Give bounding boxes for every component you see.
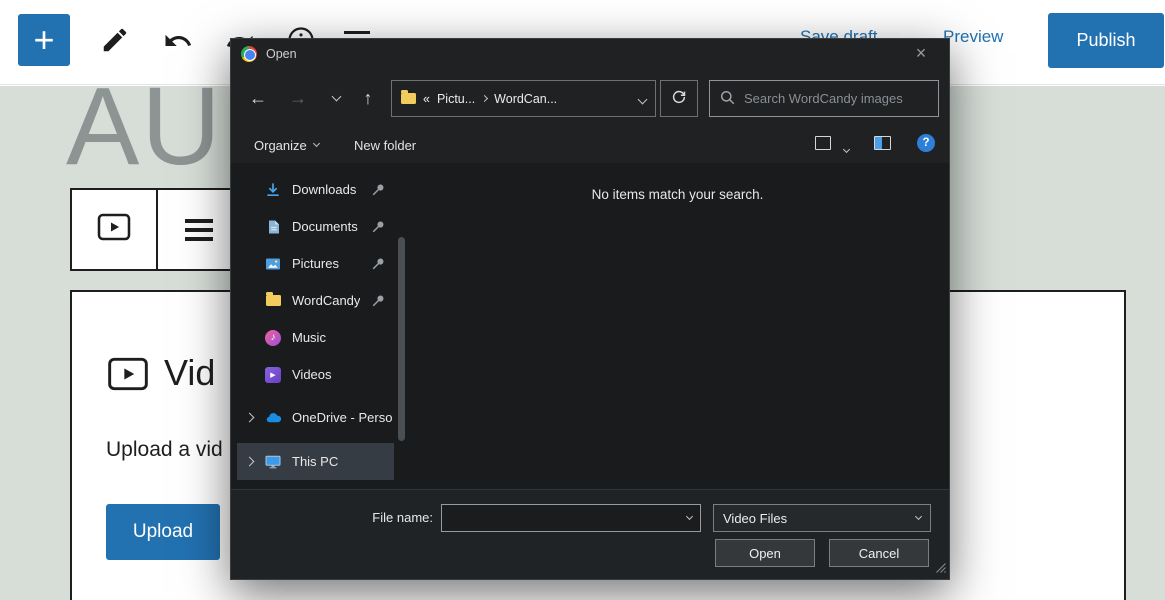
search-box <box>709 80 939 117</box>
upload-button[interactable]: Upload <box>106 504 220 560</box>
expand-chevron-icon <box>245 413 255 423</box>
sidebar-item-documents[interactable]: Documents <box>237 208 394 245</box>
sidebar-item-music[interactable]: ♪ Music <box>237 319 394 356</box>
empty-results-message: No items match your search. <box>592 187 764 202</box>
sidebar-item-this-pc[interactable]: This PC <box>237 443 394 480</box>
up-button[interactable]: ↑ <box>353 81 383 115</box>
sidebar-scrollbar[interactable] <box>398 237 405 441</box>
cancel-button[interactable]: Cancel <box>829 539 929 567</box>
this-pc-icon <box>263 453 283 471</box>
video-block-type-button[interactable] <box>72 190 158 269</box>
file-name-combobox <box>441 504 701 532</box>
videos-icon: ▶ <box>263 366 283 384</box>
sidebar-item-label: Videos <box>292 367 332 382</box>
pencil-icon <box>100 25 130 58</box>
file-type-value: Video Files <box>723 511 916 526</box>
video-play-icon <box>106 352 150 401</box>
sidebar-item-label: Music <box>292 330 326 345</box>
sidebar-item-label: Downloads <box>292 182 356 197</box>
dialog-title: Open <box>266 47 297 61</box>
video-play-icon <box>96 209 132 250</box>
sidebar-item-onedrive[interactable]: OneDrive - Perso <box>237 399 394 436</box>
search-input[interactable] <box>744 91 928 106</box>
pictures-icon <box>263 255 283 273</box>
new-folder-label: New folder <box>354 138 416 153</box>
undo-button[interactable] <box>160 25 196 59</box>
search-icon <box>720 90 735 108</box>
preview-pane-button[interactable] <box>874 136 891 150</box>
sidebar-item-pictures[interactable]: Pictures <box>237 245 394 282</box>
dialog-titlebar[interactable]: Open × <box>231 39 949 69</box>
chevron-right-icon <box>481 95 488 102</box>
dialog-navigation-row: ← → ↑ « Pictu... WordCan... <box>231 69 949 125</box>
post-title[interactable]: AU <box>66 86 223 182</box>
dialog-command-bar: Organize New folder ? <box>231 127 949 163</box>
file-list-area[interactable]: No items match your search. <box>406 163 949 489</box>
chevron-down-icon <box>843 146 850 153</box>
edit-tool-button[interactable] <box>96 22 134 60</box>
screen: + Save draft Preview Publish <box>0 0 1165 600</box>
preview-link[interactable]: Preview <box>943 27 1003 47</box>
address-dropdown-button[interactable] <box>639 91 646 106</box>
onedrive-icon <box>263 409 283 427</box>
publish-button[interactable]: Publish <box>1048 13 1164 68</box>
sidebar-item-label: Pictures <box>292 256 339 271</box>
breadcrumb-overflow[interactable]: « <box>423 92 430 106</box>
file-name-input[interactable] <box>442 505 687 531</box>
recent-locations-button[interactable] <box>321 81 351 115</box>
sidebar-item-label: WordCandy <box>292 293 360 308</box>
open-button[interactable]: Open <box>715 539 815 567</box>
sidebar-item-wordcandy[interactable]: WordCandy <box>237 282 394 319</box>
organize-menu-button[interactable]: Organize <box>254 133 319 157</box>
resize-grip-icon[interactable] <box>936 561 946 576</box>
block-toolbar <box>70 188 243 271</box>
change-view-button[interactable] <box>815 136 831 150</box>
pin-icon <box>372 183 385 196</box>
video-block-description: Upload a vid <box>106 438 223 462</box>
downloads-icon <box>263 181 283 199</box>
dialog-footer: File name: Video Files Open Cancel <box>231 489 949 579</box>
add-block-button[interactable]: + <box>18 14 70 66</box>
close-icon[interactable]: × <box>903 39 939 69</box>
chevron-down-icon <box>915 513 922 520</box>
breadcrumb-pictures[interactable]: Pictu... <box>437 92 475 106</box>
video-block-heading: Vid <box>164 352 215 394</box>
pin-icon <box>372 257 385 270</box>
undo-icon <box>163 26 193 59</box>
refresh-button[interactable] <box>660 80 698 117</box>
dialog-body: Downloads Documents <box>231 163 949 489</box>
file-open-dialog: Open × ← → ↑ « Pictu... WordCan... <box>230 38 950 580</box>
back-button[interactable]: ← <box>243 81 273 115</box>
help-button[interactable]: ? <box>917 134 935 152</box>
view-options-dropdown[interactable] <box>844 140 849 155</box>
pin-icon <box>372 220 385 233</box>
new-folder-button[interactable]: New folder <box>354 133 416 157</box>
hamburger-icon <box>185 219 213 241</box>
file-name-label: File name: <box>231 504 433 532</box>
chrome-icon <box>241 46 257 62</box>
folder-icon <box>263 292 283 310</box>
sidebar-item-label: This PC <box>292 454 338 469</box>
breadcrumb-wordcandy[interactable]: WordCan... <box>494 92 557 106</box>
chevron-down-icon <box>313 140 320 147</box>
folder-icon <box>401 93 416 104</box>
organize-label: Organize <box>254 138 307 153</box>
forward-button[interactable]: → <box>283 81 313 115</box>
sidebar-item-label: OneDrive - Perso <box>292 410 392 425</box>
file-type-select[interactable]: Video Files <box>713 504 931 532</box>
chevron-down-icon <box>331 92 341 102</box>
sidebar-item-label: Documents <box>292 219 358 234</box>
expand-chevron-icon <box>245 457 255 467</box>
block-menu-button[interactable] <box>158 190 242 269</box>
music-icon: ♪ <box>263 329 283 347</box>
address-bar[interactable]: « Pictu... WordCan... <box>391 80 656 117</box>
pin-icon <box>372 294 385 307</box>
chevron-down-icon[interactable] <box>686 513 693 520</box>
documents-icon <box>263 218 283 236</box>
chevron-down-icon <box>638 95 648 105</box>
sidebar-item-videos[interactable]: ▶ Videos <box>237 356 394 393</box>
refresh-icon <box>671 89 687 108</box>
sidebar-item-downloads[interactable]: Downloads <box>237 171 394 208</box>
